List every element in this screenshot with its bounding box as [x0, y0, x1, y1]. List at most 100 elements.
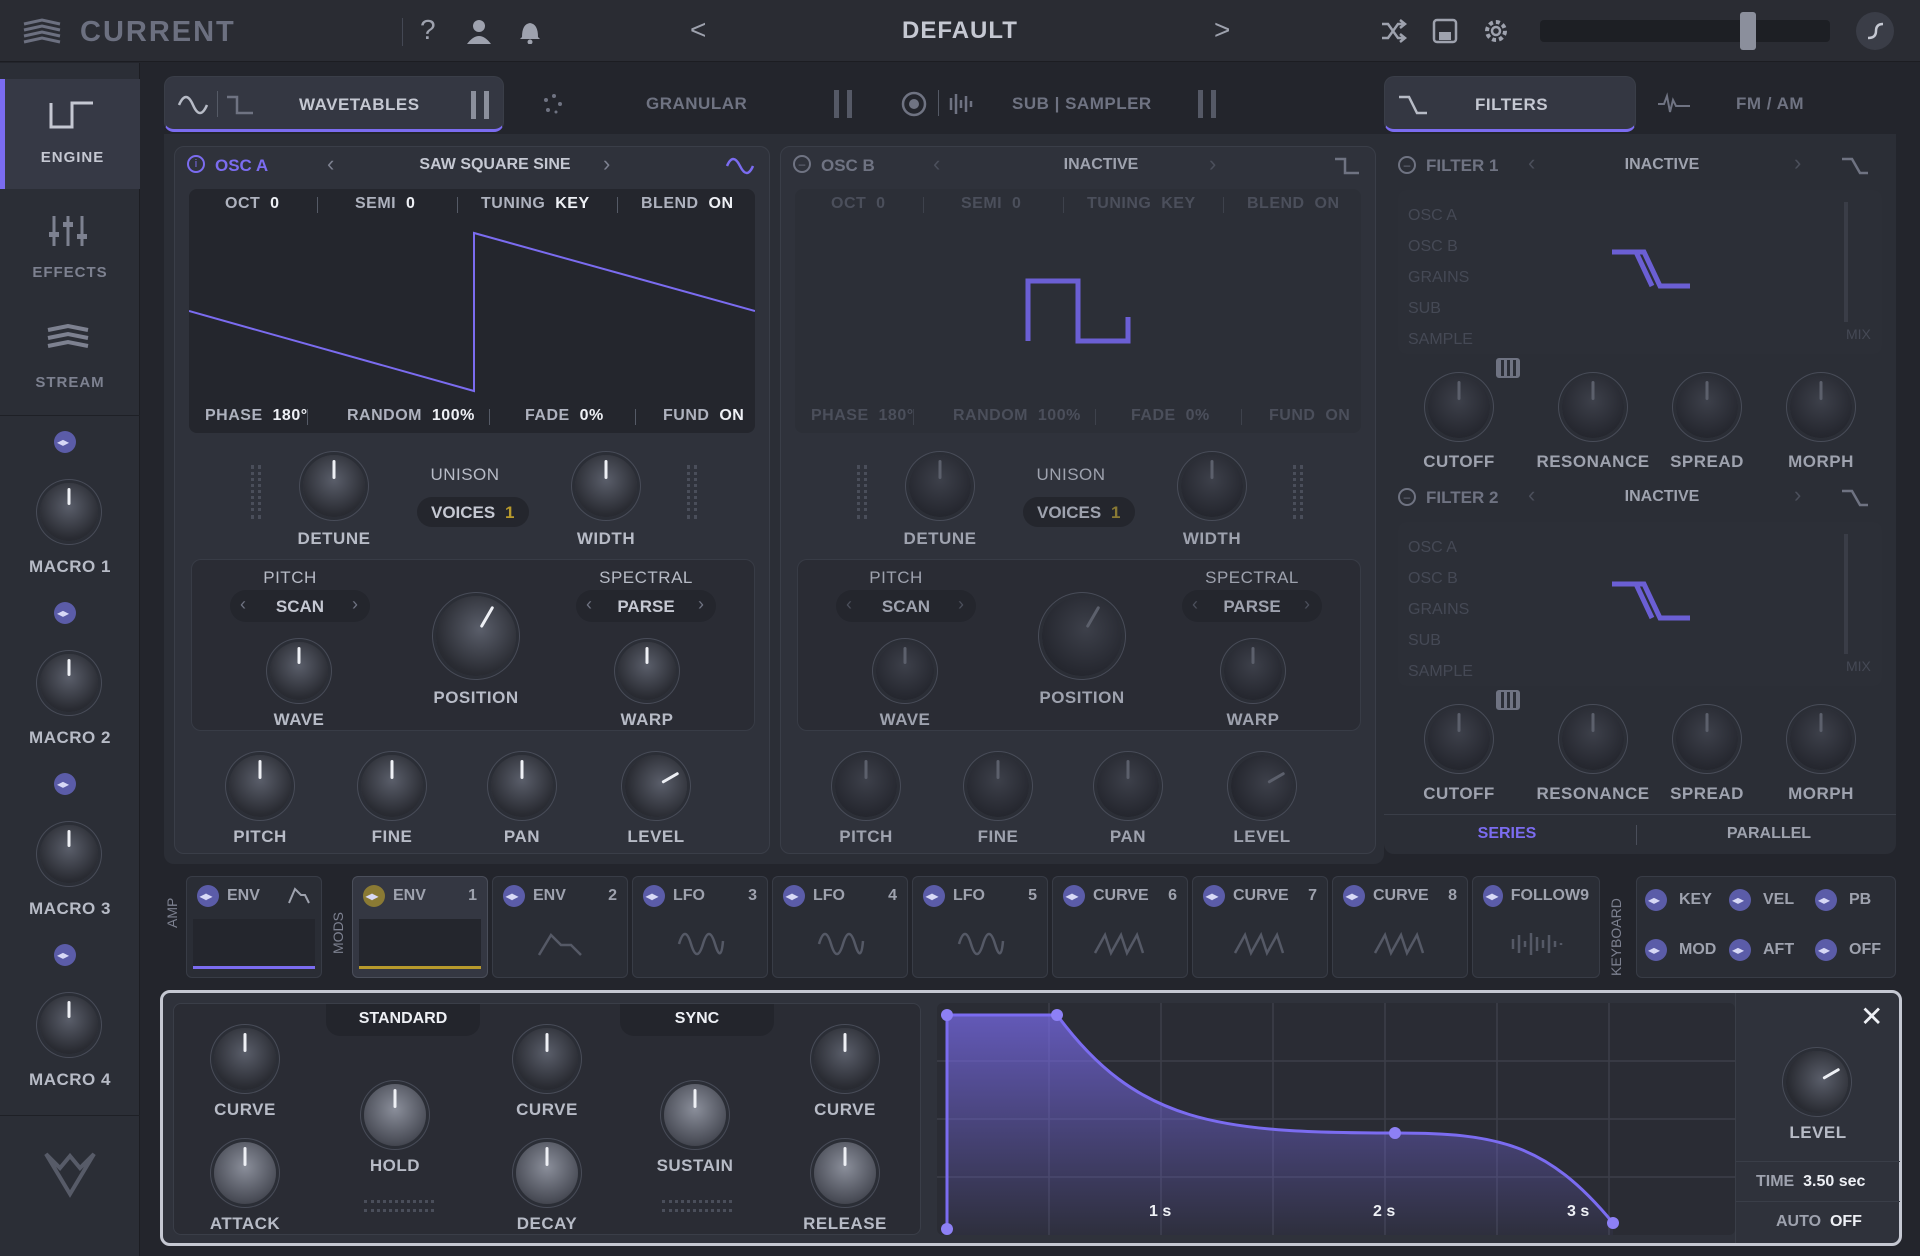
macro-2-mod-button[interactable]: [54, 602, 84, 629]
help-icon[interactable]: ?: [420, 14, 436, 46]
mod-curve-6-icon[interactable]: [1063, 885, 1085, 907]
osc-b-semi-value[interactable]: 0: [1012, 195, 1021, 212]
mod-tile-curve-7[interactable]: CURVE 7: [1192, 876, 1328, 978]
osc-b-position-knob[interactable]: [1027, 581, 1137, 691]
macro-4-mod-button[interactable]: [54, 944, 84, 971]
env-auto-toggle[interactable]: AUTO OFF: [1776, 1213, 1862, 1231]
save-icon[interactable]: [1432, 18, 1458, 49]
filter-2-type-prev[interactable]: ‹: [1528, 482, 1535, 508]
osc-b-phase-value[interactable]: 180°: [879, 407, 914, 424]
osc-a-fine-knob[interactable]: [361, 755, 423, 817]
osc-b-drag-handle-left[interactable]: [857, 465, 867, 519]
amp-env-mod-icon[interactable]: [197, 885, 219, 907]
bell-icon[interactable]: [518, 18, 542, 49]
osc-b-detune-knob[interactable]: [909, 455, 971, 517]
osc-b-warp-knob[interactable]: [1224, 642, 1282, 700]
filter-2-type[interactable]: INACTIVE: [1544, 488, 1780, 506]
osc-b-square-icon[interactable]: [1333, 155, 1361, 177]
osc-a-sine-icon[interactable]: [725, 155, 755, 177]
osc-b-parse-selector[interactable]: ‹ PARSE ›: [1182, 590, 1322, 622]
curve-toggle-button[interactable]: [1856, 12, 1894, 50]
kbd-vel-source[interactable]: VEL: [1729, 889, 1794, 911]
macro-1-knob[interactable]: [40, 483, 98, 541]
filter-1-cutoff-dial[interactable]: [1428, 376, 1490, 438]
osc-b-wave-display[interactable]: OCT 0 SEMI 0 TUNING KEY BLEND ON PHASE 1…: [795, 189, 1361, 433]
decay-curve-knob[interactable]: [516, 1028, 578, 1090]
mod-curve-7-icon[interactable]: [1203, 885, 1225, 907]
osc-a-warp-knob[interactable]: [618, 642, 676, 700]
mode-standard-tab[interactable]: STANDARD: [326, 1004, 480, 1036]
shuffle-icon[interactable]: [1380, 18, 1408, 49]
filter-1-morph-knob[interactable]: [1790, 376, 1852, 438]
filter-2-power-icon[interactable]: –: [1398, 488, 1416, 506]
mod-tile-env-2[interactable]: ENV 2: [492, 876, 628, 978]
filter-1-source-osc-b[interactable]: OSC B: [1408, 231, 1473, 262]
user-icon[interactable]: [466, 18, 492, 49]
tab-sub-sampler[interactable]: SUB | SAMPLER: [886, 76, 1236, 132]
osc-a-drag-handle-left[interactable]: [251, 465, 261, 519]
mod-lfo-3-icon[interactable]: [643, 885, 665, 907]
osc-b-fine-knob[interactable]: [967, 755, 1029, 817]
filter-1-mix-slider[interactable]: [1844, 202, 1848, 322]
filter-2-lowpass-icon[interactable]: [1840, 488, 1870, 508]
mod-lfo-5-icon[interactable]: [923, 885, 945, 907]
env-attack-point[interactable]: [941, 1009, 953, 1021]
osc-a-table-name[interactable]: SAW SQUARE SINE: [355, 156, 635, 174]
osc-a-oct-value[interactable]: 0: [270, 195, 279, 212]
mod-env-1-icon[interactable]: [363, 885, 385, 907]
mod-tile-env-1[interactable]: ENV 1: [352, 876, 488, 978]
macro-3-knob[interactable]: [40, 825, 98, 883]
granular-power-toggle[interactable]: [834, 90, 852, 118]
osc-a-table-prev[interactable]: ‹: [327, 151, 334, 177]
filter-1-type[interactable]: INACTIVE: [1544, 156, 1780, 174]
osc-a-drag-handle-right[interactable]: [687, 465, 697, 519]
filter-2-type-next[interactable]: ›: [1794, 482, 1801, 508]
osc-b-tuning-value[interactable]: KEY: [1161, 195, 1195, 212]
preset-next-button[interactable]: >: [1214, 14, 1230, 46]
osc-b-fund-value[interactable]: ON: [1325, 407, 1350, 424]
attack-knob[interactable]: [214, 1142, 276, 1204]
filter-2-morph-knob[interactable]: [1790, 708, 1852, 770]
tab-wavetables[interactable]: WAVETABLES: [164, 76, 504, 132]
osc-b-width-knob[interactable]: [1181, 455, 1243, 517]
osc-b-pitch-knob[interactable]: [835, 755, 897, 817]
sustain-knob[interactable]: [664, 1084, 726, 1146]
attack-curve-knob[interactable]: [214, 1028, 276, 1090]
osc-a-level-knob[interactable]: [613, 743, 699, 829]
filter-2-resonance-knob[interactable]: [1562, 708, 1624, 770]
sustain-drag-handle[interactable]: [662, 1200, 732, 1212]
macro-3-mod-button[interactable]: [54, 773, 84, 800]
osc-b-drag-handle-right[interactable]: [1293, 465, 1303, 519]
osc-b-fade-value[interactable]: 0%: [1186, 407, 1210, 424]
osc-b-random-value[interactable]: 100%: [1038, 407, 1081, 424]
amp-env-tile[interactable]: ENV: [186, 876, 322, 978]
osc-a-semi-value[interactable]: 0: [406, 195, 415, 212]
envelope-graph[interactable]: 1 s 2 s 3 s: [937, 1003, 1735, 1235]
osc-a-random-value[interactable]: 100%: [432, 407, 475, 424]
filter-2-source-sample[interactable]: SAMPLE: [1408, 656, 1473, 687]
mod-tile-follow-9[interactable]: FOLLOW9: [1472, 876, 1600, 978]
osc-a-pan-knob[interactable]: [491, 755, 553, 817]
mod-tile-lfo-3[interactable]: LFO 3: [632, 876, 768, 978]
sidebar-tab-stream[interactable]: STREAM: [0, 308, 140, 408]
settings-gear-icon[interactable]: [1482, 17, 1510, 50]
kbd-key-source[interactable]: KEY: [1645, 889, 1712, 911]
osc-a-position-knob[interactable]: [421, 581, 531, 691]
filter-2-source-osc-b[interactable]: OSC B: [1408, 563, 1473, 594]
osc-a-detune-knob[interactable]: [303, 455, 365, 517]
osc-b-level-knob[interactable]: [1219, 743, 1305, 829]
filter-2-keytrack-icon[interactable]: [1496, 690, 1520, 710]
osc-b-table-name[interactable]: INACTIVE: [961, 156, 1241, 174]
mod-lfo-4-icon[interactable]: [783, 885, 805, 907]
mode-sync-tab[interactable]: SYNC: [620, 1004, 774, 1036]
osc-a-table-next[interactable]: ›: [603, 151, 610, 177]
osc-b-voices-selector[interactable]: VOICES 1: [1023, 497, 1135, 527]
tab-fm-am[interactable]: FM / AM: [1646, 76, 1896, 132]
decay-knob[interactable]: [516, 1142, 578, 1204]
mod-env-2-icon[interactable]: [503, 885, 525, 907]
osc-b-table-next[interactable]: ›: [1209, 151, 1216, 177]
osc-b-wave-knob[interactable]: [876, 642, 934, 700]
mod-follow-9-icon[interactable]: [1483, 885, 1503, 907]
filter-1-display[interactable]: OSC A OSC B GRAINS SUB SAMPLE MIX: [1398, 190, 1882, 354]
kbd-off-source[interactable]: OFF: [1815, 939, 1881, 961]
